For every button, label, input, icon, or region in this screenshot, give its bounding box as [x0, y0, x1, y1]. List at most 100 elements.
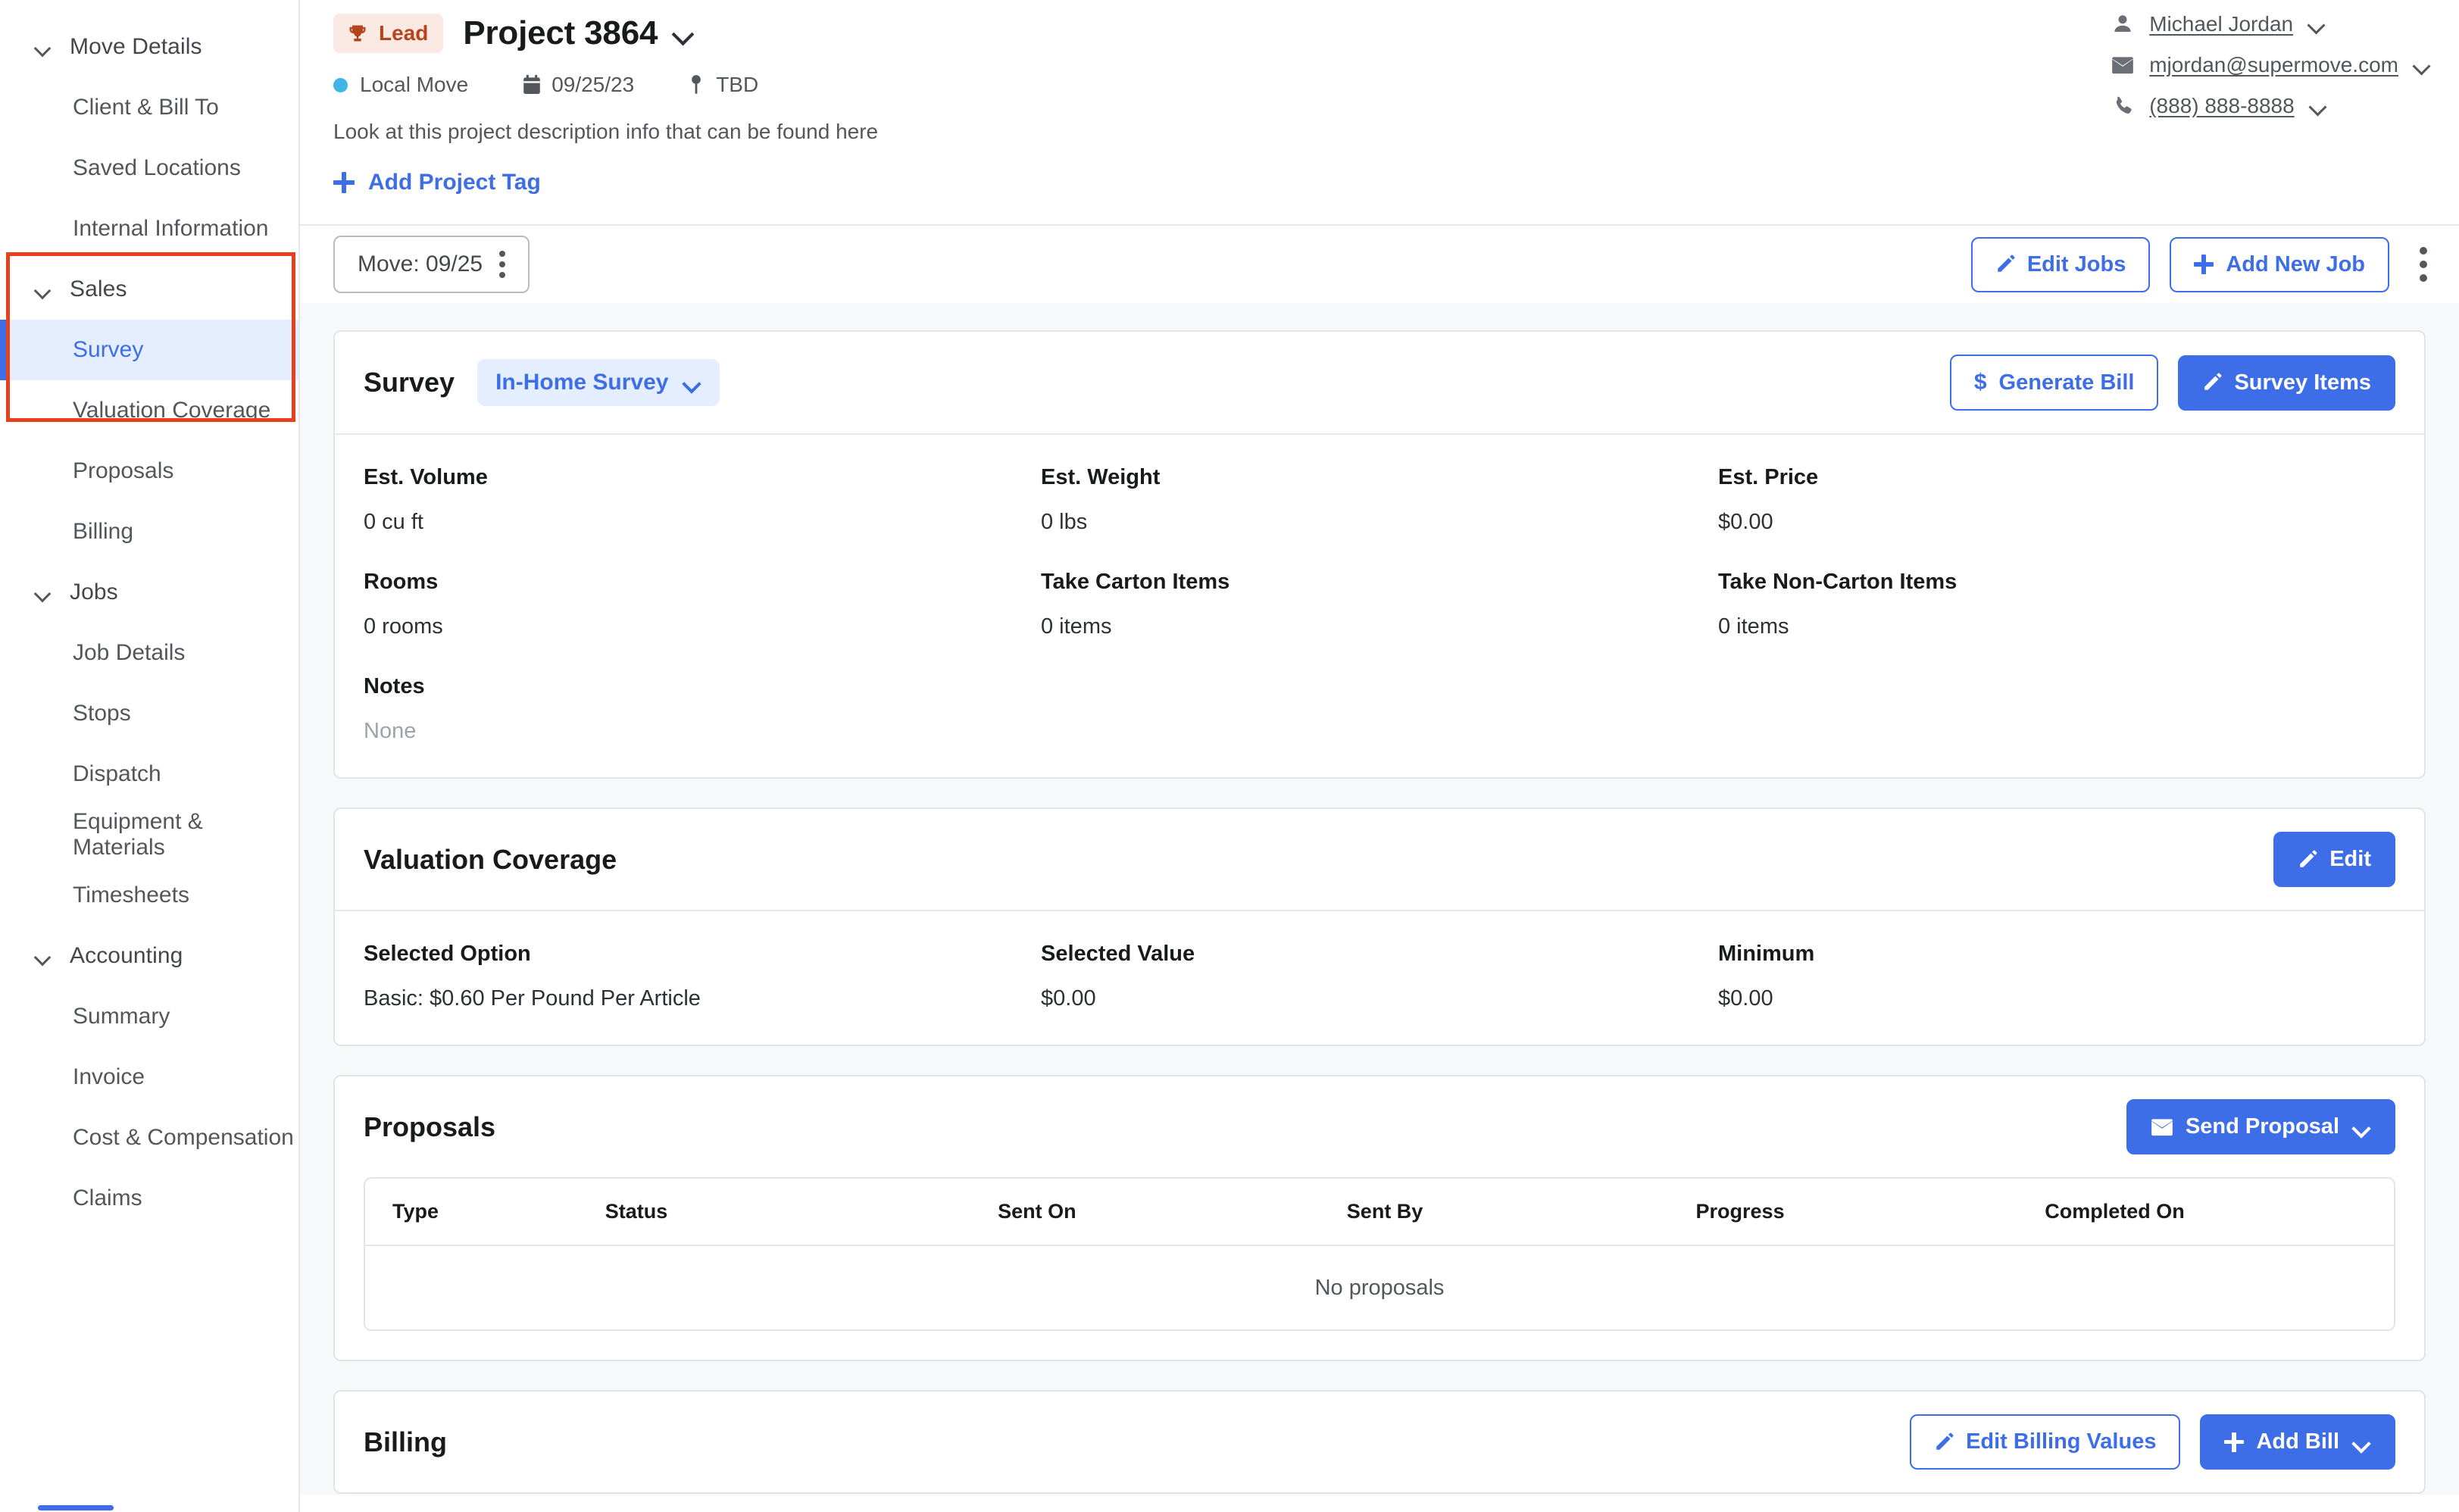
field-value: $0.00 — [1041, 986, 1096, 1011]
valuation-card-header: Valuation Coverage Edit — [335, 809, 2424, 911]
content-scroll-area[interactable]: Survey In-Home Survey $ Generate Bill Su… — [300, 303, 2459, 1495]
tab-move-0925[interactable]: Move: 09/25 — [333, 236, 530, 293]
sidebar-item-timesheets[interactable]: Timesheets — [0, 865, 298, 926]
add-bill-button[interactable]: Add Bill — [2200, 1414, 2395, 1470]
sidebar-group-label: Sales — [70, 276, 127, 301]
chevron-down-icon — [33, 946, 53, 966]
sidebar-group-accounting[interactable]: Accounting — [0, 926, 298, 986]
sidebar-item-internal-information[interactable]: Internal Information — [0, 198, 298, 259]
edit-jobs-button[interactable]: Edit Jobs — [1970, 236, 2151, 292]
contact-name: Michael Jordan — [2149, 12, 2294, 36]
contact-row-email[interactable]: mjordan@supermove.com — [2111, 53, 2433, 77]
sidebar-item-saved-locations[interactable]: Saved Locations — [0, 138, 298, 198]
chevron-down-icon[interactable] — [2308, 95, 2329, 117]
proposals-card-header: Proposals Send Proposal — [335, 1076, 2424, 1177]
column-header-completed-on: Completed On — [2045, 1200, 2185, 1223]
sidebar-item-invoice[interactable]: Invoice — [0, 1047, 298, 1107]
proposals-card-actions: Send Proposal — [2126, 1099, 2395, 1154]
add-new-job-button[interactable]: Add New Job — [2170, 236, 2389, 292]
stat-value: 0 cu ft — [364, 510, 423, 534]
billing-card-header: Billing Edit Billing Values Add Bill — [335, 1392, 2424, 1492]
chevron-down-icon[interactable] — [671, 20, 697, 46]
plus-icon — [2224, 1432, 2245, 1452]
sidebar-group-move-details[interactable]: Move Details — [0, 17, 298, 77]
add-bill-label: Add Bill — [2256, 1429, 2339, 1454]
survey-card-header: Survey In-Home Survey $ Generate Bill Su… — [335, 332, 2424, 435]
valuation-fields-grid: Selected Option Basic: $0.60 Per Pound P… — [364, 942, 2395, 1011]
valuation-coverage-card: Valuation Coverage Edit Selected Option … — [333, 808, 2426, 1046]
edit-billing-values-button[interactable]: Edit Billing Values — [1910, 1414, 2181, 1470]
column-header-sent-on: Sent On — [998, 1200, 1076, 1223]
chevron-down-icon[interactable] — [2412, 55, 2433, 76]
billing-card-actions: Edit Billing Values Add Bill — [1910, 1414, 2395, 1470]
sidebar-item-job-details[interactable]: Job Details — [0, 623, 298, 683]
generate-bill-button[interactable]: $ Generate Bill — [1949, 355, 2159, 411]
kebab-menu-icon[interactable] — [499, 251, 506, 278]
survey-type-select[interactable]: In-Home Survey — [477, 359, 720, 406]
stat-value: None — [364, 719, 417, 743]
stat-take-non-carton-items: Take Non-Carton Items 0 items — [1718, 570, 2395, 674]
chevron-down-icon — [2351, 1432, 2371, 1452]
valuation-card-title: Valuation Coverage — [364, 843, 617, 875]
sidebar-group-label: Jobs — [70, 579, 118, 604]
toolbar-actions: Edit Jobs Add New Job — [1970, 236, 2427, 292]
contact-row-phone[interactable]: (888) 888-8888 — [2111, 94, 2329, 118]
edit-jobs-label: Edit Jobs — [2026, 251, 2126, 276]
sidebar-item-summary[interactable]: Summary — [0, 986, 298, 1047]
sidebar-item-label: Stops — [73, 701, 131, 726]
sidebar-item-stops[interactable]: Stops — [0, 683, 298, 744]
stat-label: Notes — [364, 674, 425, 698]
sidebar-group-jobs[interactable]: Jobs — [0, 562, 298, 623]
table-empty-state: No proposals — [1314, 1275, 1445, 1300]
chevron-down-icon[interactable] — [2307, 14, 2328, 35]
blue-dot-icon — [333, 77, 348, 92]
chevron-down-icon — [33, 280, 53, 299]
sidebar-item-client-bill-to[interactable]: Client & Bill To — [0, 77, 298, 138]
field-selected-option: Selected Option Basic: $0.60 Per Pound P… — [364, 942, 1041, 1011]
project-meta-row: Local Move 09/25/23 TBD — [333, 73, 2420, 97]
survey-stats-grid: Est. Volume 0 cu ft Est. Weight 0 lbs Es… — [364, 465, 2395, 744]
send-proposal-button[interactable]: Send Proposal — [2126, 1099, 2395, 1154]
meta-move-type-label: Local Move — [360, 73, 469, 96]
sidebar-item-label: Equipment & Materials — [73, 809, 203, 860]
survey-card-body: Est. Volume 0 cu ft Est. Weight 0 lbs Es… — [335, 435, 2424, 777]
field-value: Basic: $0.60 Per Pound Per Article — [364, 986, 701, 1011]
chevron-down-icon — [2351, 1117, 2371, 1137]
add-project-tag-label: Add Project Tag — [368, 170, 541, 195]
map-pin-icon — [692, 75, 701, 94]
sidebar-bottom-accent-bar — [38, 1505, 114, 1510]
sidebar-item-label: Valuation Coverage — [73, 398, 271, 423]
add-project-tag-button[interactable]: Add Project Tag — [333, 170, 541, 195]
pencil-icon — [2300, 850, 2317, 867]
survey-card-title: Survey — [364, 367, 455, 398]
field-selected-value: Selected Value $0.00 — [1041, 942, 1718, 1011]
contact-row-person[interactable]: Michael Jordan — [2111, 12, 2328, 36]
stat-empty — [1041, 674, 1718, 744]
add-new-job-label: Add New Job — [2226, 251, 2365, 276]
field-minimum: Minimum $0.00 — [1718, 942, 2395, 1011]
survey-items-button[interactable]: Survey Items — [2178, 355, 2395, 411]
sidebar-item-dispatch[interactable]: Dispatch — [0, 744, 298, 804]
contact-phone: (888) 888-8888 — [2149, 94, 2295, 117]
sidebar-item-label: Saved Locations — [73, 155, 241, 180]
sidebar-item-claims[interactable]: Claims — [0, 1168, 298, 1229]
sidebar-item-survey[interactable]: Survey — [0, 320, 298, 380]
sidebar-item-billing[interactable]: Billing — [0, 501, 298, 562]
kebab-menu-icon[interactable] — [2420, 247, 2427, 282]
trophy-icon — [349, 25, 366, 42]
column-header-status: Status — [605, 1200, 668, 1223]
sidebar-item-valuation-coverage[interactable]: Valuation Coverage — [0, 380, 298, 441]
proposals-card-title: Proposals — [364, 1111, 496, 1142]
stat-est-weight: Est. Weight 0 lbs — [1041, 465, 1718, 570]
stat-value: 0 items — [1718, 614, 1789, 639]
status-badge[interactable]: Lead — [333, 14, 444, 53]
sidebar-group-label: Move Details — [70, 34, 202, 59]
sidebar-item-equipment-materials[interactable]: Equipment & Materials — [0, 804, 298, 865]
sidebar-item-cost-compensation[interactable]: Cost & Compensation — [0, 1107, 298, 1168]
valuation-edit-button[interactable]: Edit — [2273, 832, 2395, 887]
sidebar-item-proposals[interactable]: Proposals — [0, 441, 298, 501]
status-badge-label: Lead — [379, 21, 429, 45]
survey-card-actions: $ Generate Bill Survey Items — [1949, 355, 2395, 411]
meta-date-label: 09/25/23 — [551, 73, 635, 96]
sidebar-group-sales[interactable]: Sales — [0, 259, 298, 320]
